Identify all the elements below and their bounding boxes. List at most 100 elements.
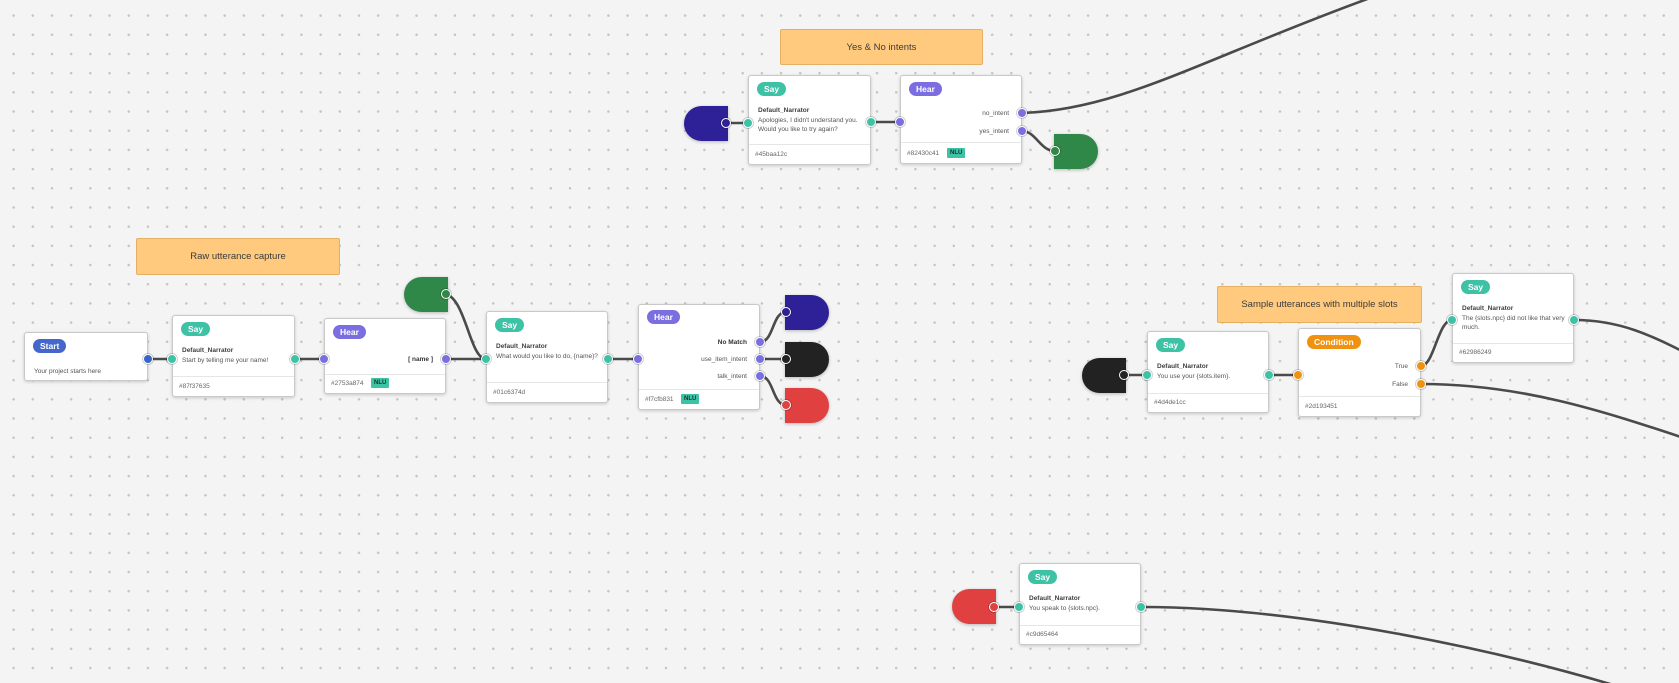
comment-text: Sample utterances with multiple slots <box>1241 299 1398 310</box>
wire-no-intent-out <box>1020 0 1369 115</box>
say-output-dot[interactable] <box>1264 370 1274 380</box>
dark-port-dot[interactable] <box>1119 370 1129 380</box>
port-label-talk-intent: talk_intent <box>717 373 747 380</box>
say-output-dot[interactable] <box>1136 602 1146 612</box>
start-node[interactable]: Start Your project starts here <box>24 332 148 381</box>
node-id: #c9d65464 <box>1026 631 1059 638</box>
say-badge: Say <box>495 318 525 332</box>
say-input-dot[interactable] <box>1014 602 1024 612</box>
talk-output-dot[interactable] <box>755 371 765 381</box>
node-id: #87f37635 <box>179 383 210 390</box>
divider <box>325 374 445 375</box>
dark-output-port[interactable] <box>785 342 829 377</box>
hear-output-dot[interactable] <box>441 354 451 364</box>
say-node-apology[interactable]: Say Default_Narrator Apologies, I didn't… <box>748 75 871 165</box>
nlu-tag: NLU <box>681 394 700 404</box>
hear-badge: Hear <box>909 82 942 96</box>
true-output-dot[interactable] <box>1416 361 1426 371</box>
speaker-name: Default_Narrator <box>758 107 810 114</box>
divider <box>1299 396 1420 397</box>
comment-multiple-slots[interactable]: Sample utterances with multiple slots <box>1217 286 1422 323</box>
red-output-port[interactable] <box>785 388 829 423</box>
no-match-output-dot[interactable] <box>755 337 765 347</box>
start-description: Your project starts here <box>34 368 101 375</box>
node-id: #f7cfb831 <box>645 396 674 403</box>
dialogue-text: What would you like to do, {name}? <box>496 353 598 360</box>
say-input-dot[interactable] <box>167 354 177 364</box>
false-output-dot[interactable] <box>1416 379 1426 389</box>
say-badge: Say <box>1461 280 1491 294</box>
hear-badge: Hear <box>647 310 680 324</box>
dark-port-dot[interactable] <box>781 354 791 364</box>
nlu-tag: NLU <box>947 148 966 158</box>
wire-nomatch-to-navy <box>758 310 788 344</box>
wire-true-to-say <box>1419 318 1454 368</box>
node-id: #4d4de1cc <box>1154 399 1186 406</box>
divider <box>1020 625 1140 626</box>
divider <box>749 144 870 145</box>
comment-text: Yes & No intents <box>846 41 917 53</box>
red-port-dot[interactable] <box>781 400 791 410</box>
say-output-dot[interactable] <box>603 354 613 364</box>
speaker-name: Default_Narrator <box>1029 595 1081 602</box>
divider <box>487 382 607 383</box>
node-id: #2753a874 <box>331 380 364 387</box>
dialogue-text: You speak to {slots.npc}. <box>1029 605 1100 612</box>
hear-node-yes-no[interactable]: Hear no_intent yes_intent #82430c41 NLU <box>900 75 1022 164</box>
say-badge: Say <box>181 322 211 336</box>
say-node-what-to-do[interactable]: Say Default_Narrator What would you like… <box>486 311 608 403</box>
say-output-dot[interactable] <box>1569 315 1579 325</box>
yes-intent-output-dot[interactable] <box>1017 126 1027 136</box>
navy-output-port[interactable] <box>785 295 829 330</box>
wire-false-out <box>1419 382 1679 438</box>
wire-green-to-say <box>444 292 488 361</box>
start-badge: Start <box>33 339 67 353</box>
node-id: #62986249 <box>1459 349 1492 356</box>
say-node-name-prompt[interactable]: Say Default_Narrator Start by telling me… <box>172 315 295 397</box>
condition-input-dot[interactable] <box>1293 370 1303 380</box>
slot-label: [ name ] <box>408 356 433 363</box>
navy-port-dot[interactable] <box>781 307 791 317</box>
hear-input-dot[interactable] <box>633 354 643 364</box>
wire-say-speak-out <box>1139 605 1612 683</box>
say-output-dot[interactable] <box>290 354 300 364</box>
divider <box>1453 343 1573 344</box>
say-node-use-item[interactable]: Say Default_Narrator You use your {slots… <box>1147 331 1269 413</box>
say-input-dot[interactable] <box>1142 370 1152 380</box>
divider <box>173 376 294 377</box>
port-label-true: True <box>1394 363 1408 370</box>
say-input-dot[interactable] <box>481 354 491 364</box>
use-item-output-dot[interactable] <box>755 354 765 364</box>
say-input-dot[interactable] <box>1447 315 1457 325</box>
green-port-dot[interactable] <box>441 289 451 299</box>
say-node-speak[interactable]: Say Default_Narrator You speak to {slots… <box>1019 563 1141 645</box>
hear-input-dot[interactable] <box>319 354 329 364</box>
condition-node[interactable]: Condition True False #2d193451 <box>1298 328 1421 417</box>
start-output-dot[interactable] <box>143 354 153 364</box>
comment-raw-utterance-capture[interactable]: Raw utterance capture <box>136 238 340 275</box>
port-label-use-item-intent: use_item_intent <box>701 356 747 363</box>
say-badge: Say <box>757 82 787 96</box>
dialogue-text: The {slots.npc} did not like that very m… <box>1462 315 1565 331</box>
node-id: #82430c41 <box>907 150 940 157</box>
comment-yes-no-intents[interactable]: Yes & No intents <box>780 29 983 65</box>
no-intent-output-dot[interactable] <box>1017 108 1027 118</box>
navy-port-dot[interactable] <box>721 118 731 128</box>
divider <box>639 389 759 390</box>
hear-badge: Hear <box>333 325 366 339</box>
say-node-dislike[interactable]: Say Default_Narrator The {slots.npc} did… <box>1452 273 1574 363</box>
green-output-port[interactable] <box>1054 134 1098 169</box>
red-port-dot[interactable] <box>989 602 999 612</box>
hear-node-intents[interactable]: Hear No Match use_item_intent talk_inten… <box>638 304 760 410</box>
condition-badge: Condition <box>1307 335 1361 349</box>
dialogue-text: Start by telling me your name! <box>182 357 269 364</box>
dialogue-text: You use your {slots.item}. <box>1157 373 1231 380</box>
port-label-no-intent: no_intent <box>982 110 1009 117</box>
hear-node-name[interactable]: Hear [ name ] #2753a874 NLU <box>324 318 446 394</box>
hear-input-dot[interactable] <box>895 117 905 127</box>
say-output-dot[interactable] <box>866 117 876 127</box>
say-input-dot[interactable] <box>743 118 753 128</box>
green-port-dot[interactable] <box>1050 146 1060 156</box>
divider <box>1148 393 1268 394</box>
nlu-tag: NLU <box>371 378 390 388</box>
